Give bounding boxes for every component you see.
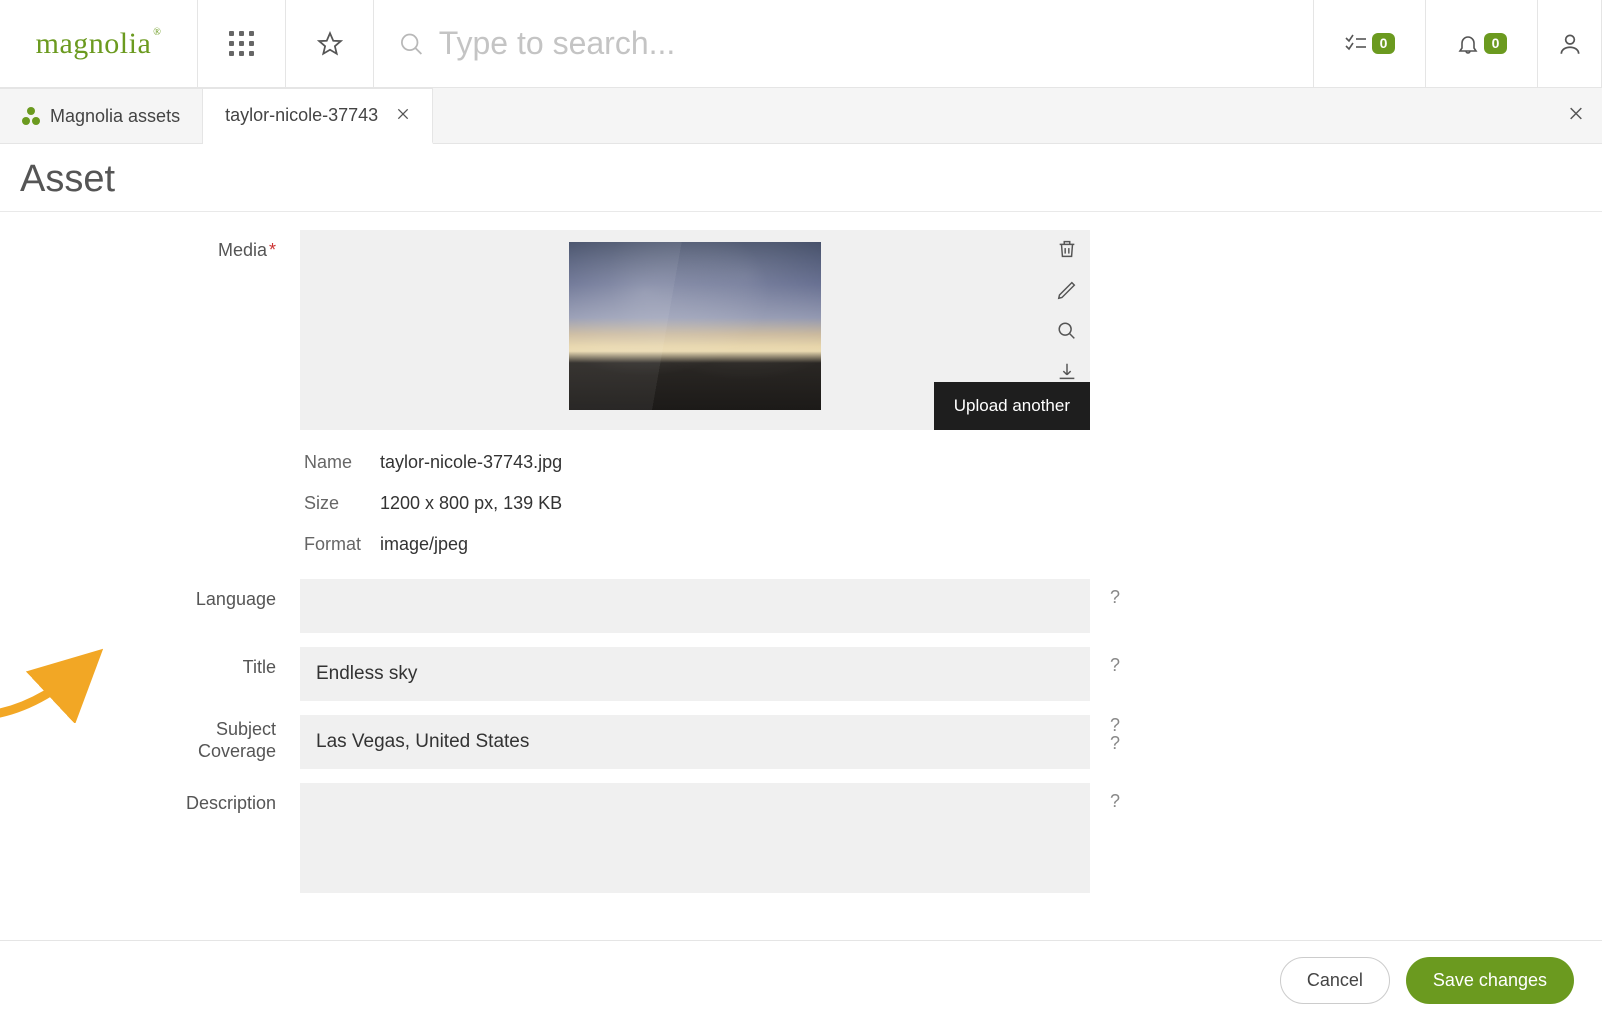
cancel-button[interactable]: Cancel xyxy=(1280,957,1390,1004)
help-title[interactable]: ? xyxy=(1110,655,1120,676)
tab-active[interactable]: taylor-nicole-37743 xyxy=(203,88,433,144)
label-media: Media* xyxy=(100,230,300,261)
search-cell xyxy=(374,0,1314,87)
bell-icon xyxy=(1456,32,1480,56)
coverage-input[interactable] xyxy=(300,715,1090,769)
magnolia-logo: magnolia® xyxy=(36,27,162,61)
user-icon xyxy=(1557,31,1583,57)
language-input[interactable] xyxy=(300,579,1090,633)
save-button[interactable]: Save changes xyxy=(1406,957,1574,1004)
close-icon xyxy=(396,107,410,121)
page: Asset Media* xyxy=(0,144,1602,940)
footer: Cancel Save changes xyxy=(0,940,1602,1020)
tab-parent-label: Magnolia assets xyxy=(50,106,180,127)
help-language[interactable]: ? xyxy=(1110,587,1120,608)
row-description: Description ? xyxy=(100,783,1220,898)
label-coverage: Subject Coverage xyxy=(100,715,300,762)
user-menu-button[interactable] xyxy=(1538,0,1602,87)
meta-format: Format image/jpeg xyxy=(300,524,1090,565)
row-coverage: Subject Coverage ? ? xyxy=(100,715,1220,769)
meta-name: Name taylor-nicole-37743.jpg xyxy=(300,442,1090,483)
description-input[interactable] xyxy=(300,783,1090,893)
download-icon xyxy=(1056,361,1078,383)
search-icon xyxy=(398,30,425,58)
meta-size-value: 1200 x 800 px, 139 KB xyxy=(380,493,562,514)
delete-media-button[interactable] xyxy=(1056,238,1078,265)
meta-name-value: taylor-nicole-37743.jpg xyxy=(380,452,562,473)
meta-format-value: image/jpeg xyxy=(380,534,468,555)
notifications-button[interactable]: 0 xyxy=(1426,0,1538,87)
magnify-icon xyxy=(1056,320,1078,342)
label-title: Title xyxy=(100,647,300,678)
row-media: Media* xyxy=(100,230,1220,565)
annotation-arrow xyxy=(0,643,110,723)
app-launcher-button[interactable] xyxy=(198,0,286,87)
media-thumbnail[interactable] xyxy=(569,242,821,410)
tasks-button[interactable]: 0 xyxy=(1314,0,1426,87)
grid-icon xyxy=(229,31,254,56)
row-language: Language ? xyxy=(100,579,1220,633)
notifications-badge: 0 xyxy=(1484,33,1508,54)
tasks-icon xyxy=(1344,32,1368,56)
trash-icon xyxy=(1056,238,1078,260)
row-title: Title ? xyxy=(100,647,1220,701)
media-box: Upload another xyxy=(300,230,1090,430)
star-icon xyxy=(317,31,343,57)
label-language: Language xyxy=(100,579,300,610)
upload-another-button[interactable]: Upload another xyxy=(934,382,1090,430)
tab-active-label: taylor-nicole-37743 xyxy=(225,105,378,126)
page-title: Asset xyxy=(20,158,1582,201)
edit-media-button[interactable] xyxy=(1056,279,1078,306)
tab-close-button[interactable] xyxy=(396,105,410,126)
pencil-icon xyxy=(1056,279,1078,301)
title-input[interactable] xyxy=(300,647,1090,701)
label-description: Description xyxy=(100,783,300,814)
search-input[interactable] xyxy=(439,25,1289,62)
tab-parent[interactable]: Magnolia assets xyxy=(0,88,203,143)
preview-media-button[interactable] xyxy=(1056,320,1078,347)
help-description[interactable]: ? xyxy=(1110,791,1120,812)
close-all-button[interactable] xyxy=(1568,105,1584,126)
logo-cell[interactable]: magnolia® xyxy=(0,0,198,87)
media-actions xyxy=(1056,238,1078,388)
tabsbar: Magnolia assets taylor-nicole-37743 xyxy=(0,88,1602,144)
close-icon xyxy=(1568,105,1584,121)
help-coverage[interactable]: ? xyxy=(1110,733,1120,754)
assets-app-icon xyxy=(22,107,40,125)
meta-size: Size 1200 x 800 px, 139 KB xyxy=(300,483,1090,524)
asset-form: Media* xyxy=(100,212,1220,898)
tasks-badge: 0 xyxy=(1372,33,1396,54)
media-meta: Name taylor-nicole-37743.jpg Size 1200 x… xyxy=(300,442,1090,565)
topbar: magnolia® 0 0 xyxy=(0,0,1602,88)
favorites-button[interactable] xyxy=(286,0,374,87)
